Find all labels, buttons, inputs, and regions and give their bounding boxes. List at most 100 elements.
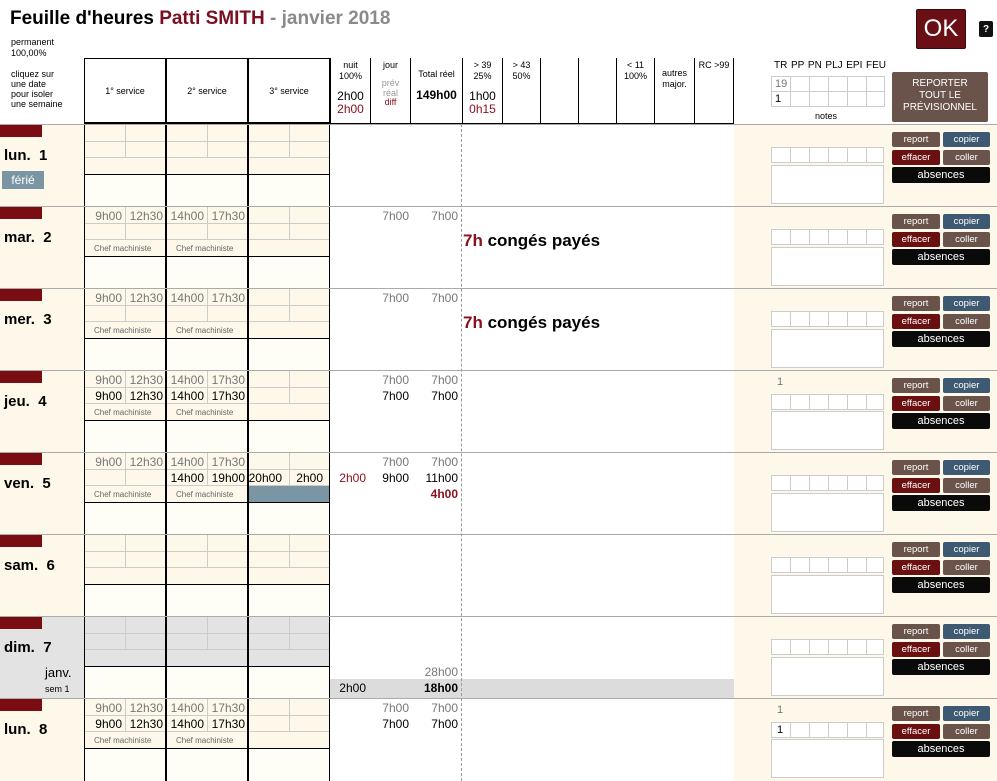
service-2-cell[interactable] — [166, 125, 248, 207]
notes-fields[interactable] — [771, 229, 884, 245]
notes-fields[interactable] — [771, 394, 884, 410]
notes-fields[interactable] — [771, 147, 884, 163]
planned-time[interactable]: 9h00 — [84, 291, 122, 305]
report-all-button[interactable]: REPORTER TOUT LE PRÉVISIONNEL — [892, 72, 988, 122]
planned-time[interactable]: 17h30 — [207, 455, 245, 469]
service-3-cell[interactable] — [248, 699, 330, 781]
notes-textarea[interactable] — [771, 575, 884, 614]
day-row[interactable]: lun. 8 9h00 12h30 14h00 17h30 Chef machiniste… — [0, 698, 997, 781]
day-label[interactable]: jeu. 4 — [4, 393, 47, 410]
notes-textarea[interactable] — [771, 411, 884, 450]
day-label[interactable]: ven. 5 — [4, 475, 51, 492]
day-label[interactable]: lun. 8 — [4, 721, 47, 738]
absences-button[interactable]: absences — [892, 249, 990, 265]
day-row[interactable]: mer. 3 9h00 12h30 14h00 17h30 Chef machiniste… — [0, 288, 997, 371]
day-row[interactable]: mar. 2 9h00 12h30 14h00 17h30 Chef machiniste… — [0, 206, 997, 289]
clear-button[interactable]: effacer — [892, 396, 940, 411]
absences-button[interactable]: absences — [892, 331, 990, 347]
planned-time[interactable]: 12h30 — [125, 701, 163, 715]
real-time[interactable]: 12h30 — [125, 717, 163, 731]
planned-time[interactable]: 14h00 — [166, 701, 204, 715]
service-3-cell[interactable] — [248, 289, 330, 371]
service-1-cell[interactable] — [84, 125, 166, 207]
day-label[interactable]: dim. 7 — [4, 639, 52, 656]
service-1-cell[interactable] — [84, 617, 166, 699]
clear-button[interactable]: effacer — [892, 724, 940, 739]
absences-button[interactable]: absences — [892, 167, 990, 183]
real-time[interactable]: 19h00 — [207, 471, 245, 485]
notes-fields[interactable] — [771, 722, 884, 738]
ok-button[interactable]: OK — [916, 9, 966, 49]
report-button[interactable]: report — [892, 624, 940, 639]
real-time[interactable]: 17h30 — [207, 389, 245, 403]
real-time[interactable]: 14h00 — [166, 471, 204, 485]
planned-time[interactable]: 12h30 — [125, 209, 163, 223]
planned-time[interactable]: 12h30 — [125, 291, 163, 305]
absences-button[interactable]: absences — [892, 413, 990, 429]
help-icon[interactable]: ? — [979, 21, 993, 37]
paste-button[interactable]: coller — [943, 150, 990, 165]
copy-button[interactable]: copier — [943, 706, 990, 721]
report-button[interactable]: report — [892, 214, 940, 229]
report-button[interactable]: report — [892, 132, 940, 147]
notes-textarea[interactable] — [771, 657, 884, 696]
clear-button[interactable]: effacer — [892, 478, 940, 493]
day-row[interactable]: sam. 6 report copier effacer coller absences — [0, 534, 997, 617]
planned-time[interactable]: 9h00 — [84, 701, 122, 715]
copy-button[interactable]: copier — [943, 214, 990, 229]
planned-time[interactable]: 14h00 — [166, 455, 204, 469]
paste-button[interactable]: coller — [943, 314, 990, 329]
real-time[interactable]: 20h00 — [248, 471, 282, 485]
service-1-cell[interactable] — [84, 535, 166, 617]
planned-time[interactable]: 14h00 — [166, 373, 204, 387]
planned-time[interactable]: 12h30 — [125, 455, 163, 469]
clear-button[interactable]: effacer — [892, 150, 940, 165]
real-time[interactable]: 17h30 — [207, 717, 245, 731]
notes-textarea[interactable] — [771, 247, 884, 286]
planned-time[interactable]: 12h30 — [125, 373, 163, 387]
real-time[interactable]: 14h00 — [166, 717, 204, 731]
report-button[interactable]: report — [892, 296, 940, 311]
day-label[interactable]: mar. 2 — [4, 229, 52, 246]
planned-time[interactable]: 9h00 — [84, 209, 122, 223]
planned-time[interactable]: 14h00 — [166, 209, 204, 223]
real-time[interactable]: 9h00 — [84, 389, 122, 403]
paste-button[interactable]: coller — [943, 560, 990, 575]
service-2-cell[interactable] — [166, 617, 248, 699]
notes-textarea[interactable] — [771, 165, 884, 204]
copy-button[interactable]: copier — [943, 378, 990, 393]
clear-button[interactable]: effacer — [892, 314, 940, 329]
day-row[interactable]: lun. 1 férié report copier effacer coller abse… — [0, 124, 997, 207]
absences-button[interactable]: absences — [892, 495, 990, 511]
planned-time[interactable]: 9h00 — [84, 455, 122, 469]
copy-button[interactable]: copier — [943, 460, 990, 475]
report-button[interactable]: report — [892, 378, 940, 393]
copy-button[interactable]: copier — [943, 132, 990, 147]
notes-textarea[interactable] — [771, 329, 884, 368]
copy-button[interactable]: copier — [943, 296, 990, 311]
service-3-cell[interactable] — [248, 617, 330, 699]
real-time[interactable]: 12h30 — [125, 389, 163, 403]
copy-button[interactable]: copier — [943, 624, 990, 639]
notes-fields[interactable] — [771, 311, 884, 327]
planned-time[interactable]: 17h30 — [207, 291, 245, 305]
service-3-cell[interactable] — [248, 125, 330, 207]
planned-time[interactable]: 17h30 — [207, 209, 245, 223]
planned-time[interactable]: 17h30 — [207, 373, 245, 387]
clear-button[interactable]: effacer — [892, 560, 940, 575]
day-row[interactable]: dim. 7 janv. sem 1 28h00 2h00 18h00 report copi… — [0, 616, 997, 699]
report-button[interactable]: report — [892, 460, 940, 475]
paste-button[interactable]: coller — [943, 642, 990, 657]
day-label[interactable]: lun. 1 — [4, 147, 47, 164]
absences-button[interactable]: absences — [892, 577, 990, 593]
notes-fields[interactable] — [771, 557, 884, 573]
planned-time[interactable]: 9h00 — [84, 373, 122, 387]
notes-fields[interactable] — [771, 639, 884, 655]
paste-button[interactable]: coller — [943, 232, 990, 247]
report-button[interactable]: report — [892, 706, 940, 721]
notes-textarea[interactable] — [771, 493, 884, 532]
service-2-cell[interactable] — [166, 535, 248, 617]
paste-button[interactable]: coller — [943, 724, 990, 739]
copy-button[interactable]: copier — [943, 542, 990, 557]
day-row[interactable]: jeu. 4 9h00 12h30 14h00 17h30 Chef machiniste… — [0, 370, 997, 453]
